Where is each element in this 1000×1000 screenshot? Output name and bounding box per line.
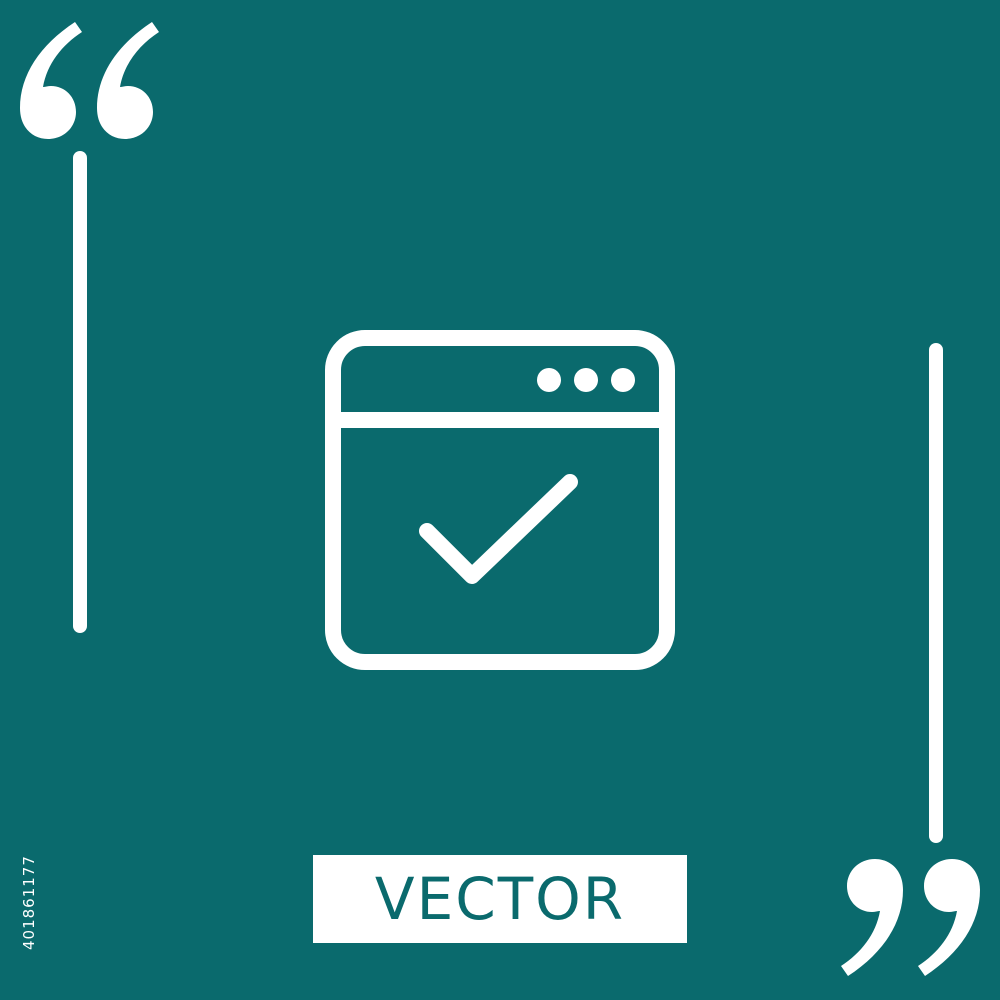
vector-badge: VECTOR (313, 855, 687, 943)
checkmark-icon (419, 474, 578, 584)
vector-label: VECTOR (374, 865, 626, 933)
quote-frame (20, 22, 980, 976)
left-double-quote-icon (20, 22, 159, 139)
right-double-quote-icon (841, 859, 980, 976)
browser-window-dots (537, 368, 635, 392)
dot-icon (537, 368, 561, 392)
dot-icon (611, 368, 635, 392)
dot-icon (574, 368, 598, 392)
stock-id: 401861177 (20, 855, 38, 950)
